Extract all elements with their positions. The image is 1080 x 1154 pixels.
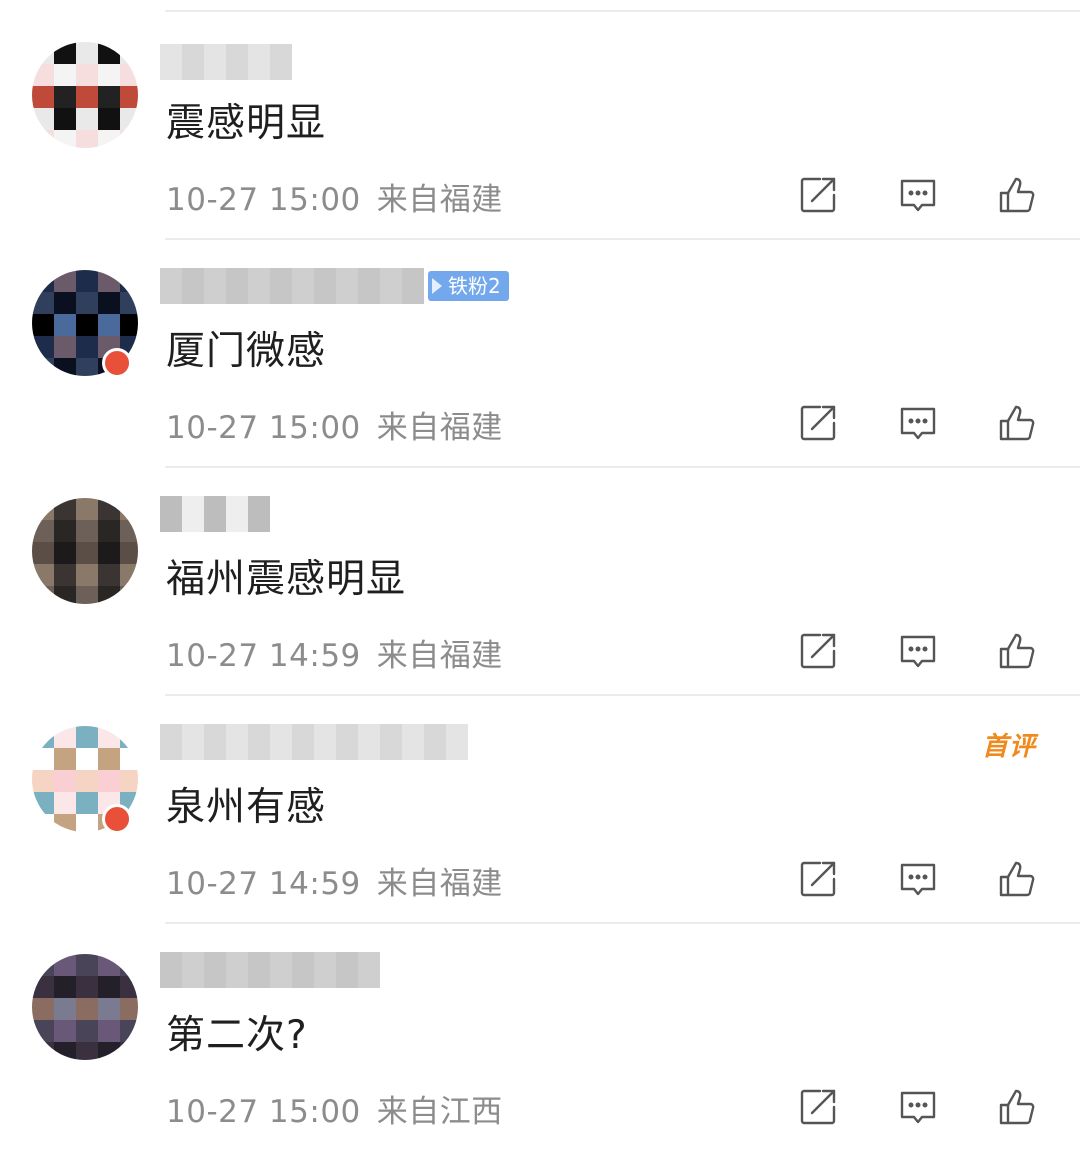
top-divider — [165, 10, 1080, 12]
share-icon[interactable] — [796, 401, 840, 445]
thumbs-up-icon[interactable] — [996, 629, 1040, 673]
comment-location: 来自江西 — [376, 1094, 503, 1130]
comment-item[interactable]: 首评泉州有感 10-27 14:59 来自福建 — [0, 698, 1080, 926]
comment-item[interactable]: 第二次? 10-27 15:00 来自江西 — [0, 926, 1080, 1154]
username-mosaic[interactable] — [160, 722, 468, 762]
comment-item[interactable]: 铁粉2 厦门微感 10-27 15:00 来自福建 — [0, 242, 1080, 470]
comment-icon[interactable] — [896, 629, 940, 673]
comment-meta: 10-27 14:59 来自福建 — [166, 630, 503, 675]
divider — [165, 922, 1080, 924]
comment-time: 10-27 14:59 — [166, 866, 361, 902]
username-mosaic[interactable]: 铁粉2 — [160, 266, 509, 306]
comment-text: 福州震感明显 — [166, 557, 407, 602]
comment-location: 来自福建 — [376, 410, 503, 446]
share-icon[interactable] — [796, 629, 840, 673]
verified-badge-icon — [102, 804, 132, 834]
divider — [165, 466, 1080, 468]
comment-location: 来自福建 — [376, 866, 503, 902]
thumbs-up-icon[interactable] — [996, 1085, 1040, 1129]
share-icon[interactable] — [796, 1085, 840, 1129]
username-mosaic[interactable] — [160, 950, 380, 990]
fan-badge: 铁粉2 — [428, 271, 509, 301]
divider — [165, 694, 1080, 696]
comment-time: 10-27 15:00 — [166, 1094, 361, 1130]
comment-meta: 10-27 15:00 来自江西 — [166, 1086, 503, 1131]
avatar[interactable] — [32, 42, 138, 148]
comment-text: 震感明显 — [166, 101, 327, 146]
divider — [165, 238, 1080, 240]
comment-time: 10-27 15:00 — [166, 182, 361, 218]
comment-item[interactable]: 福州震感明显 10-27 14:59 来自福建 — [0, 470, 1080, 698]
username-mosaic[interactable] — [160, 494, 270, 534]
share-icon[interactable] — [796, 857, 840, 901]
comment-meta: 10-27 15:00 来自福建 — [166, 402, 503, 447]
thumbs-up-icon[interactable] — [996, 401, 1040, 445]
comment-text: 泉州有感 — [166, 785, 327, 830]
comment-location: 来自福建 — [376, 182, 503, 218]
comment-time: 10-27 15:00 — [166, 410, 361, 446]
verified-badge-icon — [102, 348, 132, 378]
comment-icon[interactable] — [896, 1085, 940, 1129]
comment-icon[interactable] — [896, 857, 940, 901]
comment-text: 厦门微感 — [166, 329, 327, 374]
comment-text: 第二次? — [166, 1013, 308, 1058]
avatar[interactable] — [32, 498, 138, 604]
comment-meta: 10-27 14:59 来自福建 — [166, 858, 503, 903]
share-icon[interactable] — [796, 173, 840, 217]
comment-meta: 10-27 15:00 来自福建 — [166, 174, 503, 219]
comment-icon[interactable] — [896, 173, 940, 217]
comment-icon[interactable] — [896, 401, 940, 445]
first-comment-badge: 首评 — [981, 732, 1036, 762]
avatar[interactable] — [32, 954, 138, 1060]
comment-time: 10-27 14:59 — [166, 638, 361, 674]
username-mosaic[interactable] — [160, 42, 292, 82]
thumbs-up-icon[interactable] — [996, 857, 1040, 901]
comment-item[interactable]: 震感明显 10-27 15:00 来自福建 — [0, 14, 1080, 242]
thumbs-up-icon[interactable] — [996, 173, 1040, 217]
comment-location: 来自福建 — [376, 638, 503, 674]
